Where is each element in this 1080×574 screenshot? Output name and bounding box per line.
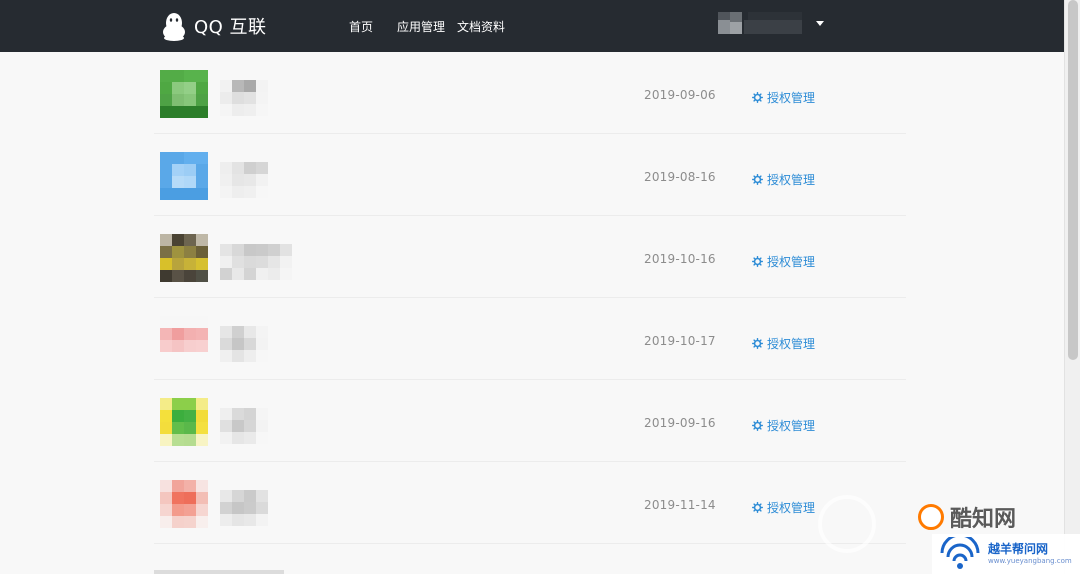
app-name-blurred xyxy=(220,162,268,198)
authorization-management-label: 授权管理 xyxy=(767,91,816,105)
list-item: 2019-08-16 授权管理 xyxy=(154,134,906,216)
gear-icon xyxy=(752,502,763,513)
watermark-title: 越羊帮问网 xyxy=(988,542,1049,556)
app-date: 2019-09-06 xyxy=(644,88,716,102)
watermark-logo-icon xyxy=(918,504,944,530)
app-name-blurred xyxy=(220,408,268,444)
user-menu[interactable] xyxy=(718,12,824,34)
nav-item-app-management[interactable]: 应用管理 xyxy=(397,18,445,35)
app-icon[interactable] xyxy=(160,398,208,446)
brand-logo[interactable]: QQ 互联 xyxy=(160,10,267,42)
watermark-site-name: 酷知网 xyxy=(950,507,1017,532)
app-icon[interactable] xyxy=(160,316,208,364)
user-name-blurred xyxy=(718,12,804,34)
gear-icon xyxy=(752,174,763,185)
list-item: 2019-09-16 授权管理 xyxy=(154,380,906,462)
authorization-management-label: 授权管理 xyxy=(767,255,816,269)
watermark-text-stack: 越羊帮问网 www.yueyangbang.com xyxy=(988,543,1072,565)
qq-penguin-icon xyxy=(163,13,185,41)
app-date: 2019-10-17 xyxy=(644,334,716,348)
gear-icon xyxy=(752,256,763,267)
vertical-scrollbar[interactable] xyxy=(1064,0,1080,574)
authorization-management-link[interactable]: 授权管理 xyxy=(752,499,815,516)
list-item: 2019-11-14 授权管理 xyxy=(154,462,906,544)
authorization-management-link[interactable]: 授权管理 xyxy=(752,335,815,352)
wifi-icon xyxy=(940,537,980,569)
list-item: 2019-10-17 授权管理 xyxy=(154,298,906,380)
app-name-blurred xyxy=(220,80,268,116)
app-icon[interactable] xyxy=(160,70,208,118)
list-item: 2019-10-16 授权管理 xyxy=(154,216,906,298)
top-navigation-bar: QQ 互联 首页 应用管理 文档资料 xyxy=(0,0,1064,52)
app-date: 2019-10-16 xyxy=(644,252,716,266)
scrollbar-thumb[interactable] xyxy=(1068,0,1078,360)
nav-item-documents[interactable]: 文档资料 xyxy=(457,18,505,35)
watermark-brand: 酷知网 xyxy=(918,501,1016,533)
app-icon[interactable] xyxy=(160,234,208,282)
authorization-management-link[interactable]: 授权管理 xyxy=(752,417,815,434)
qq-connect-app-list-page: QQ 互联 首页 应用管理 文档资料 2019-09-06 授权管理 2019-08… xyxy=(0,0,1080,574)
main-nav: 首页 应用管理 文档资料 xyxy=(349,18,505,35)
authorization-management-label: 授权管理 xyxy=(767,337,816,351)
gear-icon xyxy=(752,92,763,103)
authorization-management-label: 授权管理 xyxy=(767,501,816,515)
app-icon[interactable] xyxy=(160,480,208,528)
authorization-management-label: 授权管理 xyxy=(767,173,816,187)
gear-icon xyxy=(752,420,763,431)
brand-title: QQ 互联 xyxy=(194,17,267,38)
app-icon[interactable] xyxy=(160,152,208,200)
authorization-management-label: 授权管理 xyxy=(767,419,816,433)
app-date: 2019-09-16 xyxy=(644,416,716,430)
app-name-blurred xyxy=(220,490,268,526)
watermark-url: www.yueyangbang.com xyxy=(988,557,1072,565)
list-item: 2019-09-06 授权管理 xyxy=(154,52,906,134)
authorization-management-link[interactable]: 授权管理 xyxy=(752,89,815,106)
authorization-management-link[interactable]: 授权管理 xyxy=(752,171,815,188)
app-date: 2019-11-14 xyxy=(644,498,716,512)
app-list: 2019-09-06 授权管理 2019-08-16 授权管理 2019-10-16 授权… xyxy=(154,52,906,544)
nav-item-home[interactable]: 首页 xyxy=(349,18,373,35)
watermark-yueyangbang: 越羊帮问网 www.yueyangbang.com xyxy=(932,534,1080,574)
app-date: 2019-08-16 xyxy=(644,170,716,184)
app-name-blurred xyxy=(220,244,292,280)
next-row-partial xyxy=(154,570,284,574)
gear-icon xyxy=(752,338,763,349)
chevron-down-icon xyxy=(816,20,824,26)
authorization-management-link[interactable]: 授权管理 xyxy=(752,253,815,270)
app-name-blurred xyxy=(220,326,268,362)
